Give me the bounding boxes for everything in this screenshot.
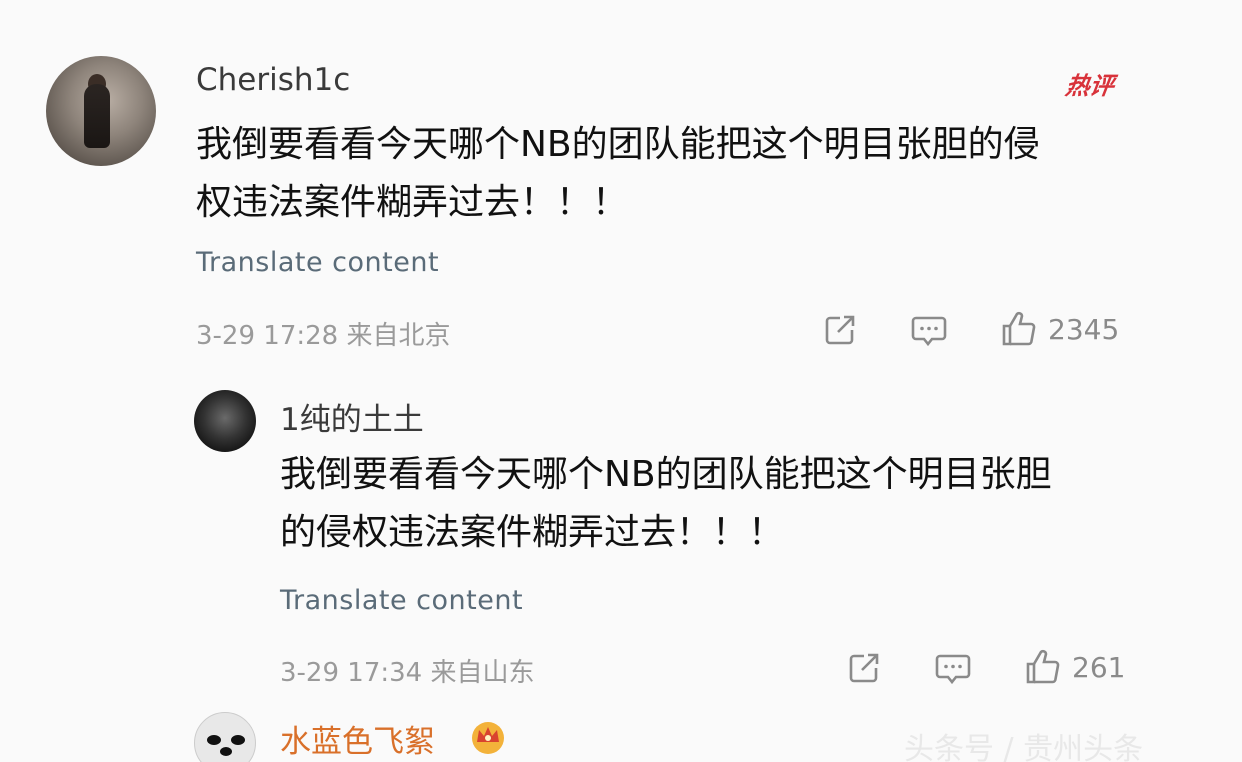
avatar-eye (207, 735, 221, 745)
comment-timestamp: 3-29 17:34 来自山东 (280, 658, 535, 688)
comment-username[interactable]: 水蓝色飞絮 (280, 716, 435, 761)
comment-button[interactable] (910, 312, 948, 348)
like-button[interactable]: 261 (1024, 648, 1125, 686)
comment-username[interactable]: 1纯的土土 (280, 394, 424, 439)
share-button[interactable] (822, 312, 858, 348)
avatar-eye (231, 735, 245, 745)
comment-text-line: 我倒要看看今天哪个NB的团队能把这个明目张胆的侵 (196, 124, 1040, 165)
crown-badge-icon (472, 722, 504, 754)
avatar[interactable] (194, 390, 256, 452)
like-count: 2345 (1048, 312, 1120, 346)
share-icon (825, 315, 855, 345)
comment-text-line: 我倒要看看今天哪个NB的团队能把这个明目张胆 (280, 454, 1052, 495)
comment-icon (911, 316, 947, 347)
watermark: 头条号 / 贵州头条 (904, 732, 1144, 762)
comment-button[interactable] (934, 650, 972, 686)
comment-text: 我倒要看看今天哪个NB的团队能把这个明目张胆 的侵权违法案件糊弄过去！！！ (280, 446, 1052, 562)
avatar-nose (220, 747, 232, 756)
comment-text: 我倒要看看今天哪个NB的团队能把这个明目张胆的侵 权违法案件糊弄过去！！！ (196, 116, 1040, 232)
comment-text-line: 的侵权违法案件糊弄过去！！！ (280, 512, 785, 553)
share-icon (849, 653, 879, 683)
translate-link[interactable]: Translate content (196, 247, 439, 278)
comment-text-line: 权违法案件糊弄过去！！！ (196, 182, 629, 223)
like-button[interactable]: 2345 (1000, 310, 1119, 348)
thumb-up-icon (1002, 311, 1036, 346)
avatar[interactable] (194, 712, 256, 762)
comment-list: Cherish1c 热评 我倒要看看今天哪个NB的团队能把这个明目张胆的侵 权违… (0, 0, 1242, 762)
share-button[interactable] (846, 650, 882, 686)
thumb-up-icon (1026, 649, 1060, 684)
avatar-figure-body (84, 84, 110, 148)
like-count: 261 (1072, 650, 1126, 684)
comment-timestamp: 3-29 17:28 来自北京 (196, 321, 451, 351)
avatar[interactable] (46, 56, 156, 166)
comment-icon (935, 654, 971, 685)
hot-comment-badge: 热评 (1063, 72, 1116, 100)
translate-link[interactable]: Translate content (280, 585, 523, 616)
comment-username[interactable]: Cherish1c (196, 62, 350, 98)
